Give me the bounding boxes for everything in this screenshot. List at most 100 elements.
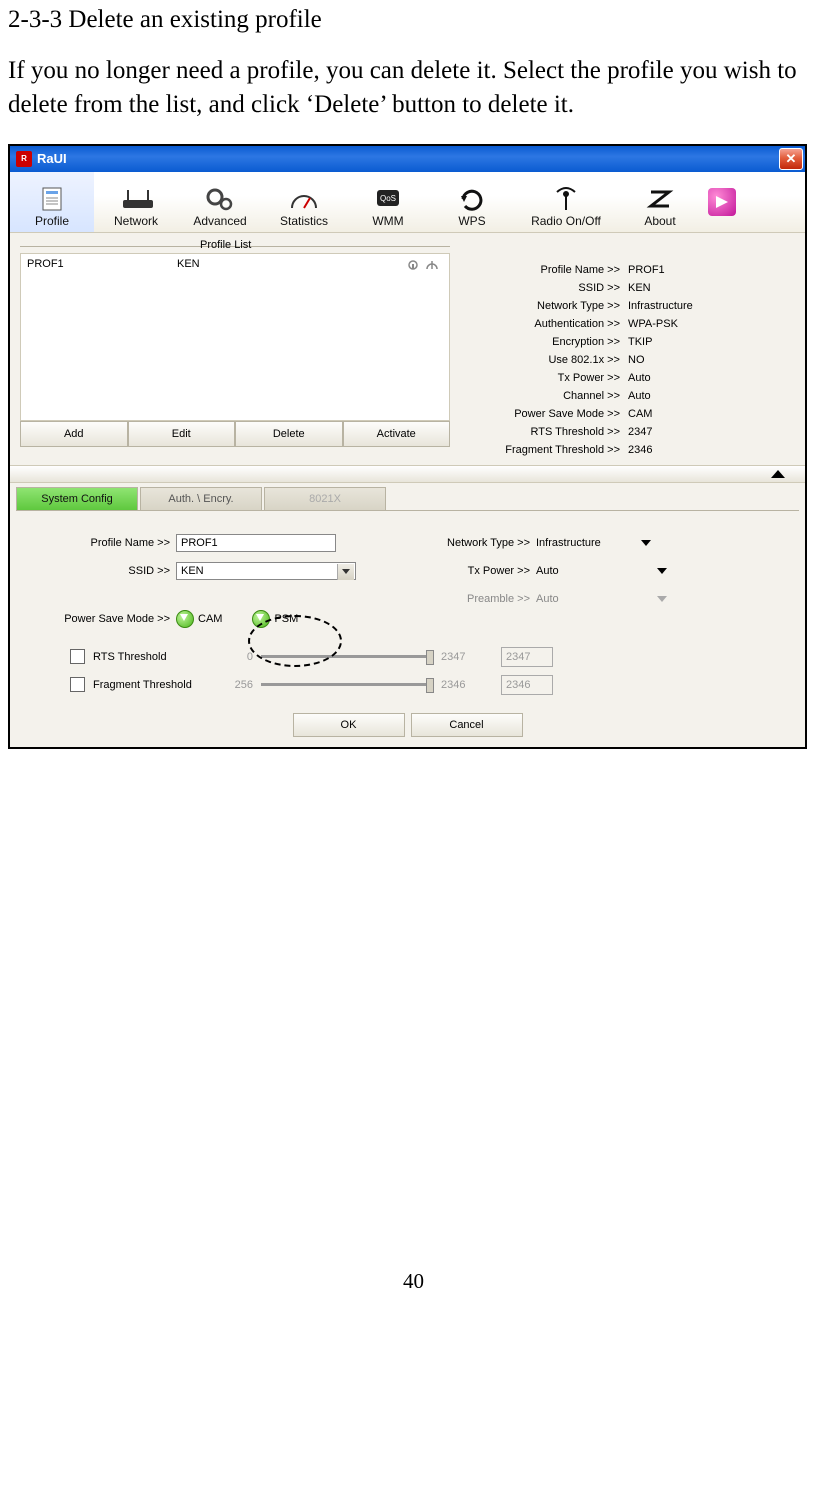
tab-statistics-label: Statistics (280, 214, 328, 228)
cancel-button[interactable]: Cancel (411, 713, 523, 737)
frag-max: 2346 (437, 679, 481, 691)
section-heading: 2-3-3 Delete an existing profile (8, 6, 819, 34)
detail-value: 2347 (624, 426, 652, 438)
detail-key: Authentication >> (470, 318, 624, 330)
tab-network[interactable]: Network (94, 172, 178, 232)
detail-value: NO (624, 354, 645, 366)
detail-key: SSID >> (470, 282, 624, 294)
collapse-up-icon (771, 470, 785, 478)
close-button[interactable]: ✕ (779, 148, 803, 170)
profile-name-label: Profile Name >> (20, 537, 176, 549)
tab-about[interactable]: About (618, 172, 702, 232)
activate-button[interactable]: Activate (343, 421, 451, 447)
frag-min: 256 (223, 679, 261, 691)
detail-key: Use 802.1x >> (470, 354, 624, 366)
psm-option-label: PSM (274, 613, 298, 625)
preamble-label: Preamble >> (410, 593, 536, 605)
frag-checkbox[interactable] (70, 677, 85, 692)
tab-system-config[interactable]: System Config (16, 487, 138, 510)
detail-value: CAM (624, 408, 652, 420)
page-number: 40 (8, 1269, 819, 1294)
detail-key: Encryption >> (470, 336, 624, 348)
nettype-dropdown[interactable]: Infrastructure (536, 537, 651, 549)
tab-radio-label: Radio On/Off (531, 214, 601, 228)
app-logo-icon: R (16, 151, 32, 167)
tab-radio[interactable]: Radio On/Off (514, 172, 618, 232)
tab-wps-label: WPS (458, 214, 485, 228)
ssid-combo[interactable]: KEN (176, 562, 356, 580)
rts-value-box: 2347 (501, 647, 553, 667)
dropdown-icon (337, 564, 354, 580)
slider-thumb-icon (426, 678, 434, 693)
profile-details: Profile Name >>PROF1 SSID >>KEN Network … (450, 239, 795, 459)
tab-wmm[interactable]: QoS WMM (346, 172, 430, 232)
profile-list-title: Profile List (20, 239, 450, 253)
arrow-right-icon (708, 188, 736, 216)
rts-checkbox[interactable] (70, 649, 85, 664)
psm-radio[interactable] (252, 610, 270, 628)
detail-key: Fragment Threshold >> (470, 444, 624, 456)
frag-label: Fragment Threshold (93, 679, 223, 691)
frag-value-box: 2346 (501, 675, 553, 695)
raui-window: R RaUI ✕ Profile Network A (8, 144, 807, 749)
titlebar: R RaUI ✕ (10, 146, 805, 172)
tab-wmm-label: WMM (372, 214, 403, 228)
detail-key: RTS Threshold >> (470, 426, 624, 438)
tab-statistics[interactable]: Statistics (262, 172, 346, 232)
tab-profile[interactable]: Profile (10, 172, 94, 232)
chevron-down-icon (657, 568, 667, 574)
profile-row[interactable]: PROF1 KEN (21, 254, 449, 274)
window-title: RaUI (37, 151, 779, 166)
detail-value: Infrastructure (624, 300, 693, 312)
preamble-value: Auto (536, 593, 559, 605)
svg-text:QoS: QoS (380, 194, 396, 203)
profile-list[interactable]: PROF1 KEN (20, 253, 450, 421)
main-toolbar: Profile Network Advanced Statistics (10, 172, 805, 233)
detail-value: PROF1 (624, 264, 665, 276)
refresh-icon (454, 184, 490, 214)
txpower-label: Tx Power >> (410, 565, 536, 577)
detail-key: Profile Name >> (470, 264, 624, 276)
detail-key: Channel >> (470, 390, 624, 402)
rts-min: 0 (223, 651, 261, 663)
add-button[interactable]: Add (20, 421, 128, 447)
detail-key: Network Type >> (470, 300, 624, 312)
psm-label: Power Save Mode >> (20, 613, 176, 625)
antenna-icon (548, 184, 584, 214)
rts-label: RTS Threshold (93, 651, 223, 663)
tab-auth-encry[interactable]: Auth. \ Encry. (140, 487, 262, 510)
toolbar-next-button[interactable] (702, 172, 742, 232)
delete-button[interactable]: Delete (235, 421, 343, 447)
tab-profile-label: Profile (35, 214, 69, 228)
cam-label: CAM (198, 613, 222, 625)
nettype-label: Network Type >> (410, 537, 536, 549)
z-icon (642, 184, 678, 214)
profile-row-ssid: KEN (177, 258, 377, 270)
tab-network-label: Network (114, 214, 158, 228)
gauge-icon (286, 184, 322, 214)
profile-icon (34, 184, 70, 214)
frag-slider[interactable] (261, 683, 431, 686)
collapse-bar[interactable] (10, 465, 805, 483)
ssid-label: SSID >> (20, 565, 176, 577)
chevron-down-icon (641, 540, 651, 546)
txpower-value: Auto (536, 565, 559, 577)
qos-icon: QoS (370, 184, 406, 214)
detail-value: Auto (624, 372, 651, 384)
cam-radio[interactable] (176, 610, 194, 628)
detail-key: Power Save Mode >> (470, 408, 624, 420)
chevron-down-icon (657, 596, 667, 602)
ok-button[interactable]: OK (293, 713, 405, 737)
rts-max: 2347 (437, 651, 481, 663)
profile-name-input[interactable]: PROF1 (176, 534, 336, 552)
detail-value: KEN (624, 282, 651, 294)
tab-advanced[interactable]: Advanced (178, 172, 262, 232)
detail-value: WPA-PSK (624, 318, 678, 330)
tab-wps[interactable]: WPS (430, 172, 514, 232)
edit-button[interactable]: Edit (128, 421, 236, 447)
detail-value: Auto (624, 390, 651, 402)
tab-advanced-label: Advanced (193, 214, 246, 228)
nettype-value: Infrastructure (536, 537, 601, 549)
txpower-dropdown[interactable]: Auto (536, 565, 667, 577)
rts-slider[interactable] (261, 655, 431, 658)
